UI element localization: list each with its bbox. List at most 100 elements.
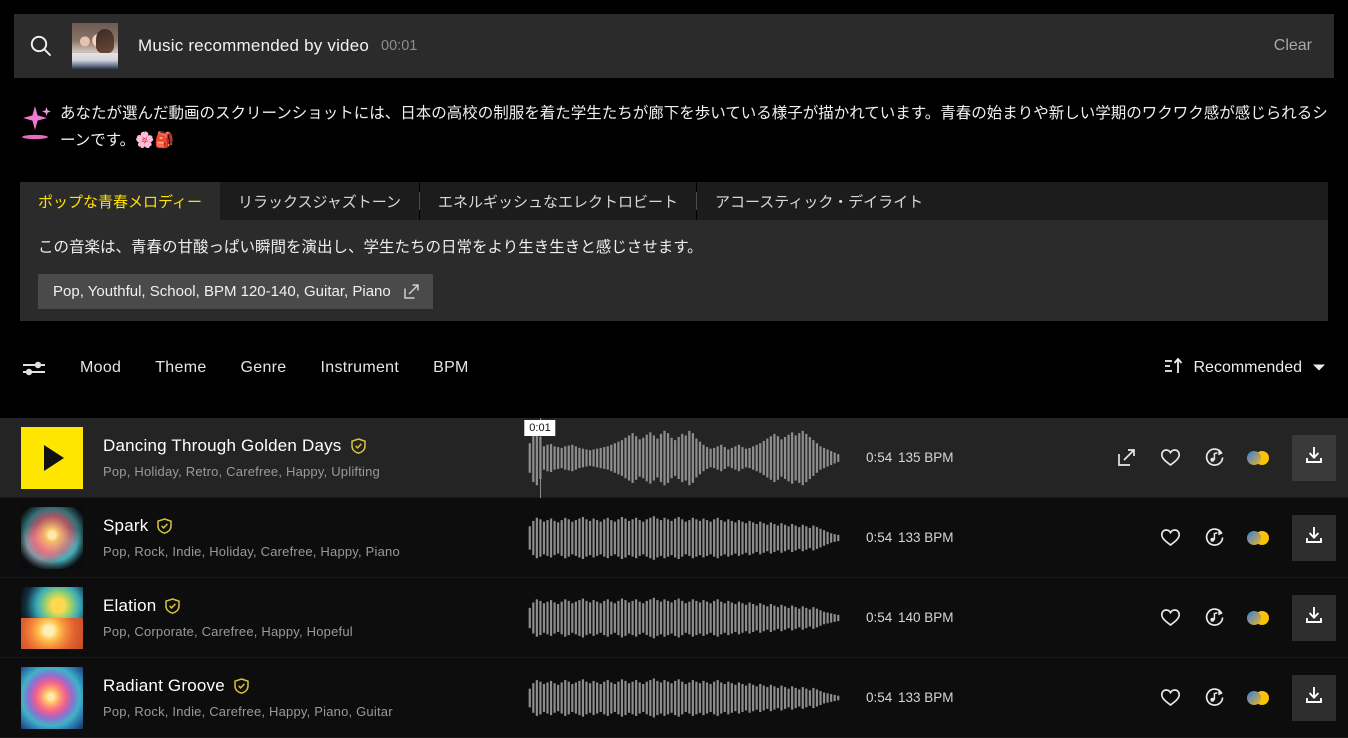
sort-dropdown[interactable]: Recommended: [1164, 357, 1327, 380]
style-description: この音楽は、青春の甘酸っぱい瞬間を演出し、学生たちの日常をより生き生きと感じさせ…: [38, 239, 703, 256]
adobe-apps-icon[interactable]: [1236, 435, 1280, 481]
track-title: Elation: [103, 596, 157, 615]
track-title-row: Radiant Groove: [103, 676, 523, 696]
play-icon: [44, 444, 64, 471]
download-icon: [1304, 605, 1324, 630]
track-actions: [1148, 594, 1336, 641]
ai-summary: あなたが選んだ動画のスクリーンショットには、日本の高校の制服を着た学生たちが廊下…: [14, 100, 1334, 154]
track-actions: [1148, 674, 1336, 721]
filter-bpm[interactable]: BPM: [433, 359, 469, 377]
waveform[interactable]: [528, 498, 840, 578]
video-frame-thumbnail: [72, 23, 118, 69]
track-meta: Dancing Through Golden Days Pop, Holiday…: [103, 436, 523, 479]
download-icon: [1304, 525, 1324, 550]
track-bpm: 133 BPM: [898, 530, 954, 545]
adobe-apps-icon[interactable]: [1236, 595, 1280, 641]
artwork-top-half: [21, 586, 83, 618]
tabs-filler: [941, 182, 1328, 220]
track-title: Radiant Groove: [103, 676, 225, 695]
filter-bar: Mood Theme Genre Instrument BPM Recommen…: [0, 345, 1348, 391]
track-actions: [1104, 434, 1336, 481]
similar-track-icon[interactable]: [1192, 435, 1236, 481]
filter-instrument[interactable]: Instrument: [321, 359, 400, 377]
prompt-tags-chip[interactable]: Pop, Youthful, School, BPM 120-140, Guit…: [38, 274, 433, 309]
filter-theme[interactable]: Theme: [155, 359, 206, 377]
download-button[interactable]: [1292, 594, 1336, 641]
download-button[interactable]: [1292, 514, 1336, 561]
track-tags: Pop, Holiday, Retro, Carefree, Happy, Up…: [103, 464, 380, 479]
track-bpm: 133 BPM: [898, 690, 954, 705]
adobe-apps-icon[interactable]: [1236, 515, 1280, 561]
tab-relax-jazz-tone[interactable]: リラックスジャズトーン: [219, 182, 420, 220]
verified-shield-icon: [165, 598, 181, 614]
track-meta: Radiant Groove Pop, Rock, Indie, Carefre…: [103, 676, 523, 719]
track-bpm: 135 BPM: [898, 450, 954, 465]
filter-mood[interactable]: Mood: [80, 359, 121, 377]
search-bar: Music recommended by video 00:01 Clear: [14, 14, 1334, 78]
waveform[interactable]: [528, 658, 840, 738]
track-duration: 0:54: [866, 610, 893, 625]
music-recommendation-panel: Music recommended by video 00:01 Clear あ…: [0, 0, 1348, 738]
waveform[interactable]: [528, 578, 840, 658]
adobe-apps-icon[interactable]: [1236, 675, 1280, 721]
sort-ascending-icon: [1164, 357, 1184, 380]
artwork-bottom-half: [21, 617, 83, 649]
track-duration: 0:54: [866, 690, 893, 705]
verified-shield-icon: [157, 518, 173, 534]
playhead-time-label: 0:01: [524, 420, 556, 436]
similar-track-icon[interactable]: [1192, 675, 1236, 721]
edit-icon[interactable]: [403, 283, 420, 300]
filter-genre[interactable]: Genre: [241, 359, 287, 377]
similar-track-icon[interactable]: [1192, 515, 1236, 561]
track-artwork[interactable]: [21, 586, 83, 649]
table-row[interactable]: Elation Pop, Corporate, Carefree, Happy,…: [0, 578, 1348, 658]
heart-icon[interactable]: [1148, 675, 1192, 721]
ai-summary-text: あなたが選んだ動画のスクリーンショットには、日本の高校の制服を着た学生たちが廊下…: [60, 105, 1328, 149]
waveform[interactable]: [528, 418, 840, 498]
style-tabs: ポップな青春メロディー リラックスジャズトーン エネルギッシュなエレクトロビート…: [20, 182, 1328, 220]
track-actions: [1148, 514, 1336, 561]
tab-acoustic-daylight[interactable]: アコースティック・デイライト: [697, 182, 942, 220]
tab-pop-youth-melody[interactable]: ポップな青春メロディー: [20, 182, 220, 220]
similar-track-icon[interactable]: [1192, 595, 1236, 641]
sliders-icon[interactable]: [22, 359, 46, 377]
heart-icon[interactable]: [1148, 595, 1192, 641]
track-duration: 0:54: [866, 450, 893, 465]
verified-shield-icon: [234, 678, 249, 694]
search-timestamp: 00:01: [381, 38, 418, 54]
search-icon[interactable]: [14, 33, 68, 59]
track-duration: 0:54: [866, 530, 893, 545]
play-button[interactable]: [21, 426, 83, 489]
tab-energetic-electro-beat[interactable]: エネルギッシュなエレクトロビート: [420, 182, 697, 220]
clear-button[interactable]: Clear: [1274, 37, 1312, 55]
track-title-row: Dancing Through Golden Days: [103, 436, 523, 456]
track-title-row: Elation: [103, 596, 523, 616]
track-artwork[interactable]: [21, 506, 83, 569]
track-meta: Spark Pop, Rock, Indie, Holiday, Carefre…: [103, 516, 523, 559]
search-query-title: Music recommended by video: [138, 36, 370, 55]
share-icon[interactable]: [1104, 435, 1148, 481]
style-panel: この音楽は、青春の甘酸っぱい瞬間を演出し、学生たちの日常をより生き生きと感じさせ…: [20, 220, 1328, 321]
track-list: Dancing Through Golden Days Pop, Holiday…: [0, 418, 1348, 738]
track-tags: Pop, Rock, Indie, Carefree, Happy, Piano…: [103, 704, 393, 719]
track-tags: Pop, Corporate, Carefree, Happy, Hopeful: [103, 624, 353, 639]
tab-label: アコースティック・デイライト: [715, 193, 924, 211]
download-button[interactable]: [1292, 434, 1336, 481]
table-row[interactable]: Spark Pop, Rock, Indie, Holiday, Carefre…: [0, 498, 1348, 578]
heart-icon[interactable]: [1148, 435, 1192, 481]
track-artwork[interactable]: [21, 666, 83, 729]
sparkle-icon: [14, 100, 60, 146]
tab-label: エネルギッシュなエレクトロビート: [438, 193, 679, 211]
chevron-down-icon: [1312, 359, 1326, 377]
tab-label: ポップな青春メロディー: [38, 193, 202, 211]
heart-icon[interactable]: [1148, 515, 1192, 561]
track-title: Dancing Through Golden Days: [103, 436, 342, 455]
table-row[interactable]: Dancing Through Golden Days Pop, Holiday…: [0, 418, 1348, 498]
track-title-row: Spark: [103, 516, 523, 536]
download-button[interactable]: [1292, 674, 1336, 721]
download-icon: [1304, 685, 1324, 710]
verified-shield-icon: [350, 438, 366, 454]
track-title: Spark: [103, 516, 149, 535]
table-row[interactable]: Radiant Groove Pop, Rock, Indie, Carefre…: [0, 658, 1348, 738]
prompt-tags-label: Pop, Youthful, School, BPM 120-140, Guit…: [53, 283, 391, 300]
